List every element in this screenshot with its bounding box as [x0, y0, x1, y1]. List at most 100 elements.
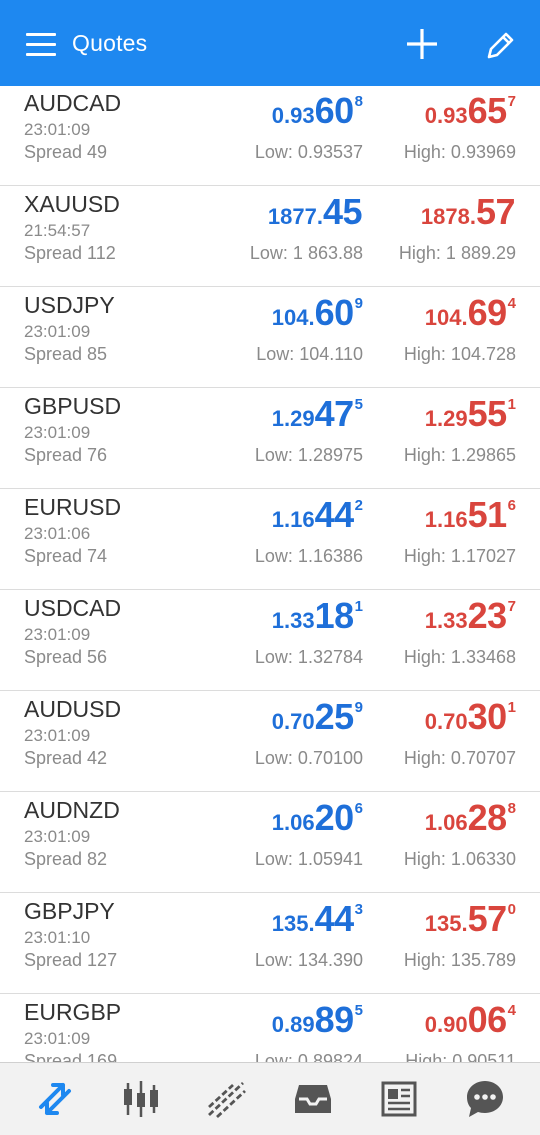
spread-value: Spread 42	[24, 748, 108, 768]
symbol-name: AUDNZD	[24, 797, 120, 823]
chat-bubble-icon[interactable]	[463, 1077, 507, 1121]
symbol-name: GBPJPY	[24, 898, 115, 924]
app-header: Quotes	[0, 0, 540, 86]
bid-price-pips: 47	[314, 393, 355, 434]
symbol-name: XAUUSD	[24, 191, 120, 217]
ask-price-pips: 06	[467, 999, 508, 1040]
ask-price: 1.06288	[425, 797, 516, 841]
low-value: Low: 0.93537	[254, 142, 363, 162]
ask-price-fraction: 0	[507, 901, 516, 918]
ask-price-prefix: 1.33	[424, 608, 468, 633]
add-symbol-icon[interactable]	[405, 27, 439, 61]
low-value: Low: 1.05941	[254, 849, 363, 869]
ask-price-prefix: 1.06	[424, 810, 468, 835]
quote-row[interactable]: EURUSD 23:01:06 Spread 74 1.16442 1.1651…	[0, 490, 540, 590]
ask-price-prefix: 104.	[424, 305, 468, 330]
quote-row[interactable]: GBPJPY 23:01:10 Spread 127 135.443 135.5…	[0, 894, 540, 994]
quote-row[interactable]: GBPUSD 23:01:09 Spread 76 1.29475 1.2955…	[0, 389, 540, 489]
ask-price-prefix: 1.16	[424, 507, 468, 532]
high-value: High: 0.90511	[405, 1051, 516, 1062]
quote-time: 23:01:09	[24, 322, 91, 341]
quote-row[interactable]: XAUUSD 21:54:57 Spread 112 1877.45 1878.…	[0, 187, 540, 287]
bid-price-prefix: 0.93	[271, 103, 315, 128]
bid-price-pips: 60	[314, 292, 355, 333]
bid-price-fraction: 6	[354, 800, 363, 817]
bid-price-pips: 44	[314, 898, 355, 939]
news-icon[interactable]	[377, 1077, 421, 1121]
bid-price-pips: 89	[314, 999, 355, 1040]
spread-value: Spread 169	[24, 1051, 118, 1062]
bid-price-pips: 18	[314, 595, 355, 636]
bid-price-fraction: 9	[354, 295, 363, 312]
bid-price-prefix: 1.16	[271, 507, 315, 532]
bid-price: 1877.45	[268, 191, 363, 235]
bid-price-prefix: 1.06	[271, 810, 315, 835]
spread-value: Spread 82	[24, 849, 108, 869]
ask-price: 104.694	[425, 292, 516, 336]
quote-row[interactable]: USDCAD 23:01:09 Spread 56 1.33181 1.3323…	[0, 591, 540, 691]
spread-value: Spread 74	[24, 546, 108, 566]
quote-row[interactable]: AUDCAD 23:01:09 Spread 49 0.93608 0.9365…	[0, 86, 540, 186]
ask-price-pips: 57	[475, 191, 516, 232]
quote-row[interactable]: AUDUSD 23:01:09 Spread 42 0.70259 0.7030…	[0, 692, 540, 792]
bid-price-pips: 45	[322, 191, 363, 232]
quotes-arrows-icon[interactable]	[33, 1077, 77, 1121]
quote-row[interactable]: AUDNZD 23:01:09 Spread 82 1.06206 1.0628…	[0, 793, 540, 893]
high-value: High: 1.29865	[403, 445, 516, 465]
ask-price-pips: 28	[467, 797, 508, 838]
symbol-name: AUDUSD	[24, 696, 122, 722]
bid-price: 1.33181	[272, 595, 363, 639]
low-value: Low: 104.110	[256, 344, 363, 364]
bid-price-prefix: 1.29	[271, 406, 315, 431]
history-inbox-icon[interactable]	[291, 1077, 335, 1121]
quote-time: 23:01:09	[24, 726, 91, 745]
quote-time: 23:01:09	[24, 120, 91, 139]
bid-price: 135.443	[272, 898, 363, 942]
quotes-list[interactable]: AUDCAD 23:01:09 Spread 49 0.93608 0.9365…	[0, 86, 540, 1062]
bid-price-pips: 60	[314, 90, 355, 131]
ask-price-fraction: 1	[507, 699, 516, 716]
ask-price: 0.70301	[425, 696, 516, 740]
candlestick-chart-icon[interactable]	[119, 1077, 163, 1121]
ask-price: 135.570	[425, 898, 516, 942]
bid-price-fraction: 5	[354, 396, 363, 413]
quote-time: 23:01:09	[24, 625, 91, 644]
symbol-name: USDJPY	[24, 292, 115, 318]
ask-price-pips: 51	[467, 494, 508, 535]
ask-price-fraction: 7	[507, 93, 516, 110]
ask-price-fraction: 8	[507, 800, 516, 817]
bid-price: 1.06206	[272, 797, 363, 841]
menu-icon[interactable]	[26, 33, 56, 57]
ask-price-prefix: 0.93	[424, 103, 468, 128]
ask-price-fraction: 4	[507, 295, 516, 312]
trade-icon[interactable]	[205, 1077, 249, 1121]
ask-price-prefix: 135.	[424, 911, 468, 936]
high-value: High: 0.93969	[403, 142, 516, 162]
spread-value: Spread 85	[24, 344, 108, 364]
quote-time: 23:01:06	[24, 524, 91, 543]
bid-price-prefix: 1877.	[267, 204, 323, 229]
ask-price: 1878.57	[421, 191, 516, 235]
ask-price-pips: 69	[467, 292, 508, 333]
ask-price: 0.93657	[425, 90, 516, 134]
bid-price-prefix: 0.89	[271, 1012, 315, 1037]
low-value: Low: 134.390	[254, 950, 363, 970]
ask-price-prefix: 1.29	[424, 406, 468, 431]
low-value: Low: 1.32784	[254, 647, 363, 667]
symbol-name: EURUSD	[24, 494, 122, 520]
ask-price: 1.29551	[425, 393, 516, 437]
bid-price-fraction: 2	[354, 497, 363, 514]
symbol-name: USDCAD	[24, 595, 122, 621]
quote-row[interactable]: EURGBP 23:01:09 Spread 169 0.89895 0.900…	[0, 995, 540, 1062]
ask-price-prefix: 0.70	[424, 709, 468, 734]
bid-price: 1.29475	[272, 393, 363, 437]
ask-price-pips: 55	[467, 393, 508, 434]
bid-price-prefix: 0.70	[271, 709, 315, 734]
symbol-name: EURGBP	[24, 999, 122, 1025]
quote-time: 23:01:09	[24, 827, 91, 846]
quote-time: 23:01:10	[24, 928, 91, 947]
bid-price: 104.609	[272, 292, 363, 336]
edit-pencil-icon[interactable]	[484, 28, 518, 62]
bid-price: 1.16442	[272, 494, 363, 538]
quote-row[interactable]: USDJPY 23:01:09 Spread 85 104.609 104.69…	[0, 288, 540, 388]
